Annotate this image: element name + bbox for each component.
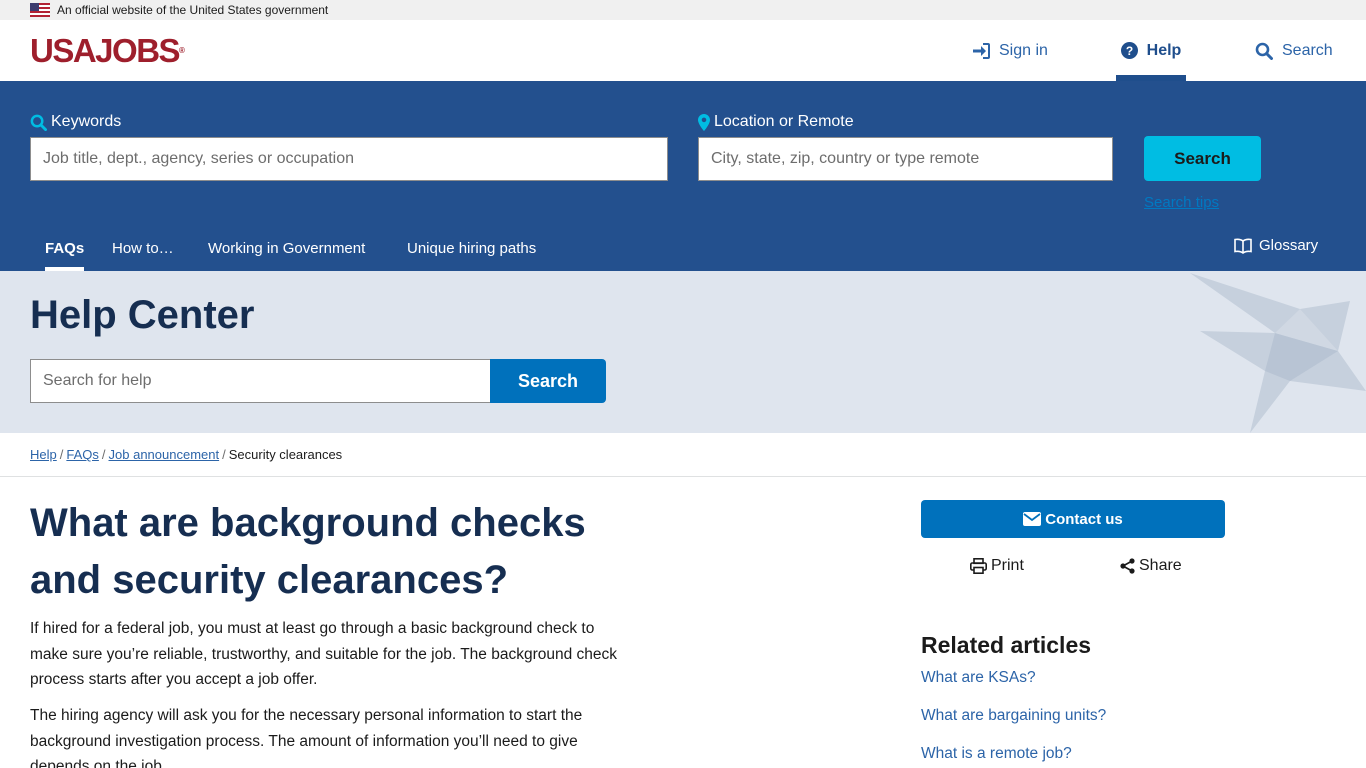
share-button[interactable]: Share <box>1120 557 1182 575</box>
breadcrumb-separator: / <box>101 447 106 462</box>
usajobs-logo[interactable]: USAJOBS® <box>30 34 185 68</box>
header-search-link[interactable]: Search <box>1255 20 1333 81</box>
help-center-hero: Help Center Search for help Search <box>0 271 1366 433</box>
article-title: What are background checks and security … <box>30 501 586 602</box>
book-icon <box>1234 238 1252 254</box>
gov-banner: An official website of the United States… <box>0 0 1366 20</box>
related-article-link[interactable]: What are KSAs? <box>921 669 1036 687</box>
divider <box>0 476 1366 477</box>
subnav-item-how-to[interactable]: How to… <box>112 239 174 259</box>
question-circle-icon: ? <box>1120 42 1138 59</box>
subnav-item-working-in-government[interactable]: Working in Government <box>208 239 365 259</box>
site-header: USAJOBS® Sign in ? Help Search <box>0 20 1366 81</box>
share-label: Share <box>1139 557 1182 574</box>
page-title: Help Center <box>30 293 255 337</box>
star-decoration <box>1190 273 1366 433</box>
related-articles-heading: Related articles <box>921 632 1092 658</box>
contact-us-button[interactable]: Contact us <box>921 500 1225 538</box>
related-article-link[interactable]: What are bargaining units? <box>921 707 1106 725</box>
gov-banner-text: An official website of the United States… <box>57 3 329 17</box>
location-label: Location or Remote <box>698 113 854 131</box>
breadcrumb-job-announcement[interactable]: Job announcement <box>109 447 220 462</box>
glossary-label: Glossary <box>1259 237 1319 254</box>
keywords-label: Keywords <box>30 113 121 131</box>
article-paragraph: The hiring agency will ask you for the n… <box>30 707 583 768</box>
share-icon <box>1120 558 1135 574</box>
help-label: Help <box>1146 41 1182 59</box>
breadcrumb-faqs[interactable]: FAQs <box>66 447 99 462</box>
print-label: Print <box>991 557 1024 574</box>
help-search-button[interactable]: Search <box>490 359 606 403</box>
breadcrumb-help[interactable]: Help <box>30 447 57 462</box>
svg-text:?: ? <box>1125 44 1132 58</box>
subnav-item-faqs[interactable]: FAQs <box>45 239 85 271</box>
help-link[interactable]: ? Help <box>1116 20 1186 81</box>
contact-us-label: Contact us <box>1045 510 1123 528</box>
glossary-link[interactable]: Glossary <box>1234 237 1318 254</box>
logo-mark: ® <box>179 46 185 55</box>
location-input[interactable]: City, state, zip, country or type remote <box>698 137 1113 181</box>
printer-icon <box>970 558 987 574</box>
article-paragraph: If hired for a federal job, you must at … <box>30 620 618 688</box>
breadcrumb-current: Security clearances <box>228 447 343 462</box>
breadcrumb-separator: / <box>59 447 64 462</box>
search-icon <box>1255 42 1273 60</box>
subnav-item-unique-hiring-paths[interactable]: Unique hiring paths <box>407 239 536 259</box>
sign-in-label: Sign in <box>999 41 1048 59</box>
related-article-link[interactable]: What is a remote job? <box>921 745 1072 763</box>
job-search-button[interactable]: Search <box>1144 136 1261 181</box>
job-search-band: Keywords Job title, dept., agency, serie… <box>0 81 1366 271</box>
us-flag-icon <box>30 3 50 17</box>
keywords-input[interactable]: Job title, dept., agency, series or occu… <box>30 137 668 181</box>
sign-in-link[interactable]: Sign in <box>972 20 1048 81</box>
logo-text: USAJOBS <box>30 32 181 69</box>
help-search-input[interactable]: Search for help <box>30 359 491 403</box>
search-icon <box>30 114 47 131</box>
envelope-icon <box>1023 512 1042 526</box>
sign-in-icon <box>973 42 990 59</box>
location-label-text: Location or Remote <box>714 113 854 130</box>
keywords-label-text: Keywords <box>51 113 122 130</box>
header-search-label: Search <box>1282 41 1333 59</box>
breadcrumb: Help / FAQs / Job announcement / Security clea… <box>30 447 342 462</box>
search-tips-link[interactable]: Search tips <box>1144 194 1219 211</box>
print-button[interactable]: Print <box>970 557 1024 575</box>
breadcrumb-separator: / <box>222 447 226 462</box>
map-pin-icon <box>698 113 710 131</box>
